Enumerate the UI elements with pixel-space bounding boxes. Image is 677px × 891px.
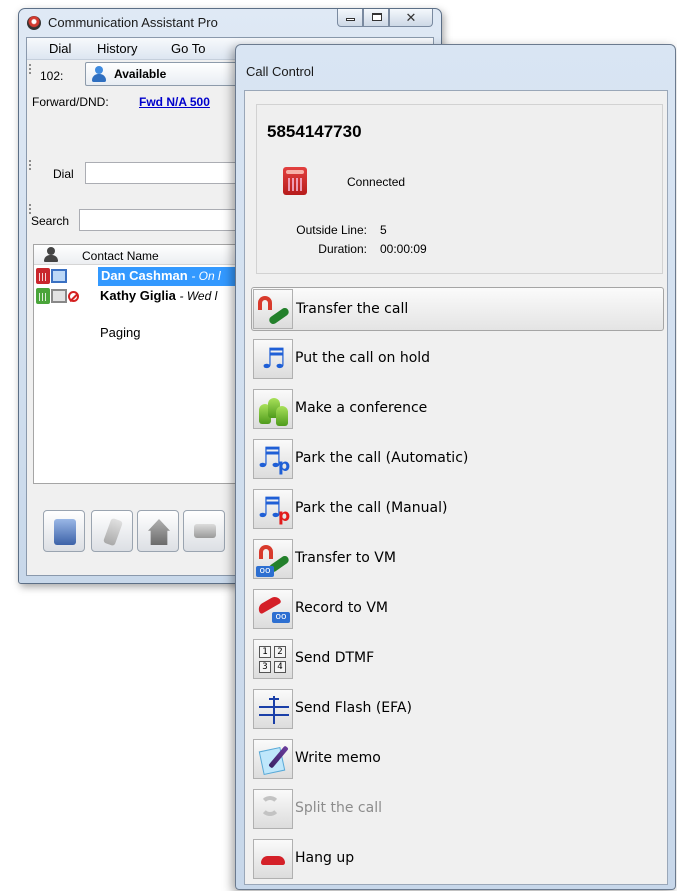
park-manual-button[interactable]: ♬ p Park the call (Manual) <box>251 487 664 531</box>
transfer-vm-icon: oo <box>253 539 293 579</box>
write-memo-button[interactable]: Write memo <box>251 737 664 781</box>
main-titlebar[interactable]: Communication Assistant Pro ✕ <box>19 9 441 37</box>
record-vm-icon: oo <box>253 589 293 629</box>
contact-status: - On l <box>191 269 221 283</box>
memo-icon <box>253 739 293 779</box>
contact-name-selected: Dan Cashman - On l <box>98 267 258 286</box>
forward-dnd-label: Forward/DND: <box>32 95 109 109</box>
duration-value: 00:00:09 <box>380 242 427 256</box>
phone-icon <box>283 167 307 195</box>
toolbar-grip[interactable] <box>29 64 31 74</box>
action-label: Park the call (Manual) <box>295 500 448 516</box>
conference-icon <box>253 389 293 429</box>
send-dtmf-button[interactable]: 1 2 3 4 Send DTMF <box>251 637 664 681</box>
hang-up-icon <box>253 839 293 879</box>
contact-name-line: Kathy Giglia - Wed l <box>100 288 217 303</box>
busy-phone-icon <box>36 268 50 284</box>
conference-button[interactable]: Make a conference <box>251 387 664 431</box>
cell-phone-button[interactable] <box>91 510 133 552</box>
record-to-vm-button[interactable]: oo Record to VM <box>251 587 664 631</box>
music-note-icon: ♬ <box>253 339 293 379</box>
contact-name: Dan Cashman <box>101 268 188 283</box>
outside-line-value: 5 <box>380 223 387 237</box>
computer-offline-icon <box>51 289 67 303</box>
presence-status-value: Available <box>114 67 167 81</box>
hang-up-button[interactable]: Hang up <box>251 837 664 881</box>
action-label: Hang up <box>295 850 355 866</box>
action-label: Record to VM <box>295 600 388 616</box>
desk-phone-button[interactable] <box>43 510 85 552</box>
minimize-button[interactable] <box>337 9 363 27</box>
park-automatic-button[interactable]: ♬ p Park the call (Automatic) <box>251 437 664 481</box>
transfer-to-vm-button[interactable]: oo Transfer to VM <box>251 537 664 581</box>
call-control-window: Call Control 5854147730 Connected Outsid… <box>235 44 676 890</box>
extension-label: 102: <box>40 69 64 83</box>
voicemail-button[interactable] <box>183 510 225 552</box>
transfer-icon <box>253 289 293 329</box>
presence-person-icon <box>91 66 107 82</box>
transfer-call-button[interactable]: Transfer the call <box>251 287 664 331</box>
dtmf-keypad-icon: 1 2 3 4 <box>253 639 293 679</box>
maximize-button[interactable] <box>363 9 389 27</box>
home-button[interactable] <box>137 510 179 552</box>
dial-toolbar-grip[interactable] <box>29 160 31 170</box>
call-info-card: 5854147730 Connected Outside Line: 5 Dur… <box>256 104 663 274</box>
caller-phone-number: 5854147730 <box>267 122 362 141</box>
dial-input[interactable] <box>85 162 245 184</box>
paging-group-label[interactable]: Paging <box>100 325 140 340</box>
search-label: Search <box>31 214 70 228</box>
forward-dnd-link[interactable]: Fwd N/A 500 <box>139 95 210 109</box>
desk-phone-icon <box>54 519 76 545</box>
menu-dial[interactable]: Dial <box>49 41 71 56</box>
menu-history[interactable]: History <box>97 41 137 56</box>
minimize-icon <box>346 18 355 21</box>
call-control-body: 5854147730 Connected Outside Line: 5 Dur… <box>244 90 668 885</box>
send-flash-button[interactable]: Send Flash (EFA) <box>251 687 664 731</box>
action-label: Park the call (Automatic) <box>295 450 469 466</box>
idle-phone-icon <box>36 288 50 304</box>
contact-name-column-header[interactable]: Contact Name <box>82 249 159 263</box>
dial-label: Dial <box>53 167 74 181</box>
action-label: Put the call on hold <box>295 350 431 366</box>
action-label: Send Flash (EFA) <box>295 700 412 716</box>
computer-icon <box>51 269 67 283</box>
split-icon <box>253 789 293 829</box>
contact-status: - Wed l <box>179 289 218 303</box>
action-label: Send DTMF <box>295 650 375 666</box>
park-automatic-icon: ♬ p <box>253 439 293 479</box>
outside-line-label: Outside Line: <box>296 223 367 237</box>
home-icon <box>148 519 170 545</box>
close-icon: ✕ <box>405 10 417 25</box>
duration-label: Duration: <box>318 242 367 256</box>
action-label: Transfer the call <box>296 301 409 317</box>
close-button[interactable]: ✕ <box>389 9 433 27</box>
app-logo-icon <box>27 16 41 30</box>
voicemail-icon <box>194 524 216 538</box>
person-column-icon <box>44 247 58 263</box>
call-control-title: Call Control <box>246 64 314 79</box>
flash-icon <box>253 689 293 729</box>
action-label: Write memo <box>295 750 381 766</box>
action-label: Split the call <box>295 800 382 816</box>
window-title: Communication Assistant Pro <box>48 15 218 30</box>
action-label: Make a conference <box>295 400 428 416</box>
action-label: Transfer to VM <box>295 550 396 566</box>
call-state: Connected <box>347 175 406 189</box>
maximize-icon <box>372 13 382 21</box>
menu-go-to[interactable]: Go To <box>171 41 205 56</box>
park-manual-icon: ♬ p <box>253 489 293 529</box>
hold-call-button[interactable]: ♬ Put the call on hold <box>251 337 664 381</box>
cell-phone-icon <box>102 517 124 547</box>
split-call-button[interactable]: Split the call <box>251 787 664 831</box>
search-toolbar-grip[interactable] <box>29 204 31 214</box>
do-not-disturb-icon <box>68 291 79 302</box>
search-input[interactable] <box>79 209 245 231</box>
contact-name: Kathy Giglia <box>100 288 176 303</box>
